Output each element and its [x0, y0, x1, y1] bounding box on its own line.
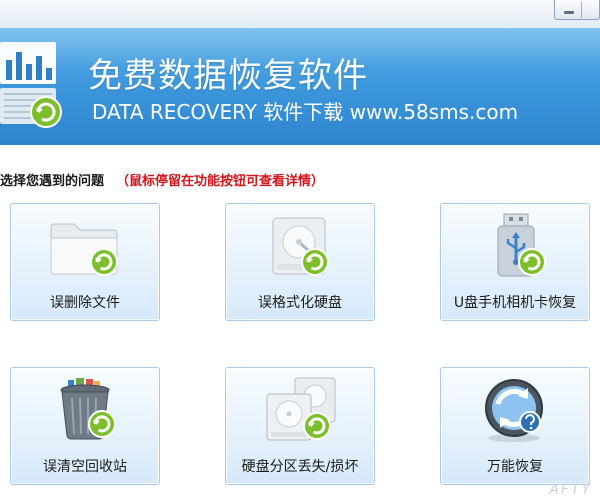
recover-deleted-files-button[interactable]: 误删除文件	[10, 203, 160, 321]
partition-recover-icon	[266, 377, 336, 441]
hard-disk-recover-icon	[272, 217, 329, 276]
recover-usb-card-button[interactable]: U盘手机相机卡恢复	[440, 203, 590, 321]
prompt-label: 选择您遇到的问题	[0, 174, 105, 189]
header-banner: 免费数据恢复软件 DATA RECOVERY 软件下载 www.58sms.co…	[0, 28, 600, 145]
feature-label: 误格式化硬盘	[258, 295, 342, 311]
minimize-icon[interactable]	[564, 11, 574, 14]
folder-recover-icon	[50, 223, 118, 276]
title-bar	[0, 0, 600, 28]
prompt-hint: （鼠标停留在功能按钮可查看详情）	[116, 174, 325, 189]
recover-recycle-bin-button[interactable]: 误清空回收站	[10, 367, 160, 485]
feature-label: U盘手机相机卡恢复	[453, 295, 577, 311]
feature-label: 硬盘分区丢失/损坏	[241, 459, 359, 475]
feature-label: 误清空回收站	[43, 459, 127, 475]
app-title: 免费数据恢复软件	[88, 56, 368, 96]
usb-drive-recover-icon	[497, 213, 546, 277]
problem-prompt: 选择您遇到的问题 （鼠标停留在功能按钮可查看详情）	[0, 170, 324, 189]
app-logo-icon	[0, 42, 62, 128]
app-subtitle: DATA RECOVERY 软件下载 www.58sms.com	[92, 100, 519, 124]
feature-label: 万能恢复	[487, 459, 543, 475]
recover-partition-button[interactable]: 硬盘分区丢失/损坏	[225, 367, 375, 485]
window-controls	[554, 0, 600, 20]
watermark: AFTY	[549, 482, 592, 498]
feature-label: 误删除文件	[50, 295, 120, 311]
universal-recovery-button[interactable]: 万能恢复	[440, 367, 590, 485]
universal-recover-icon	[485, 379, 543, 442]
window-controls-divider	[581, 2, 582, 18]
recycle-bin-recover-icon	[60, 378, 116, 440]
app-window: 免费数据恢复软件 DATA RECOVERY 软件下载 www.58sms.co…	[0, 0, 600, 500]
recover-formatted-disk-button[interactable]: 误格式化硬盘	[225, 203, 375, 321]
